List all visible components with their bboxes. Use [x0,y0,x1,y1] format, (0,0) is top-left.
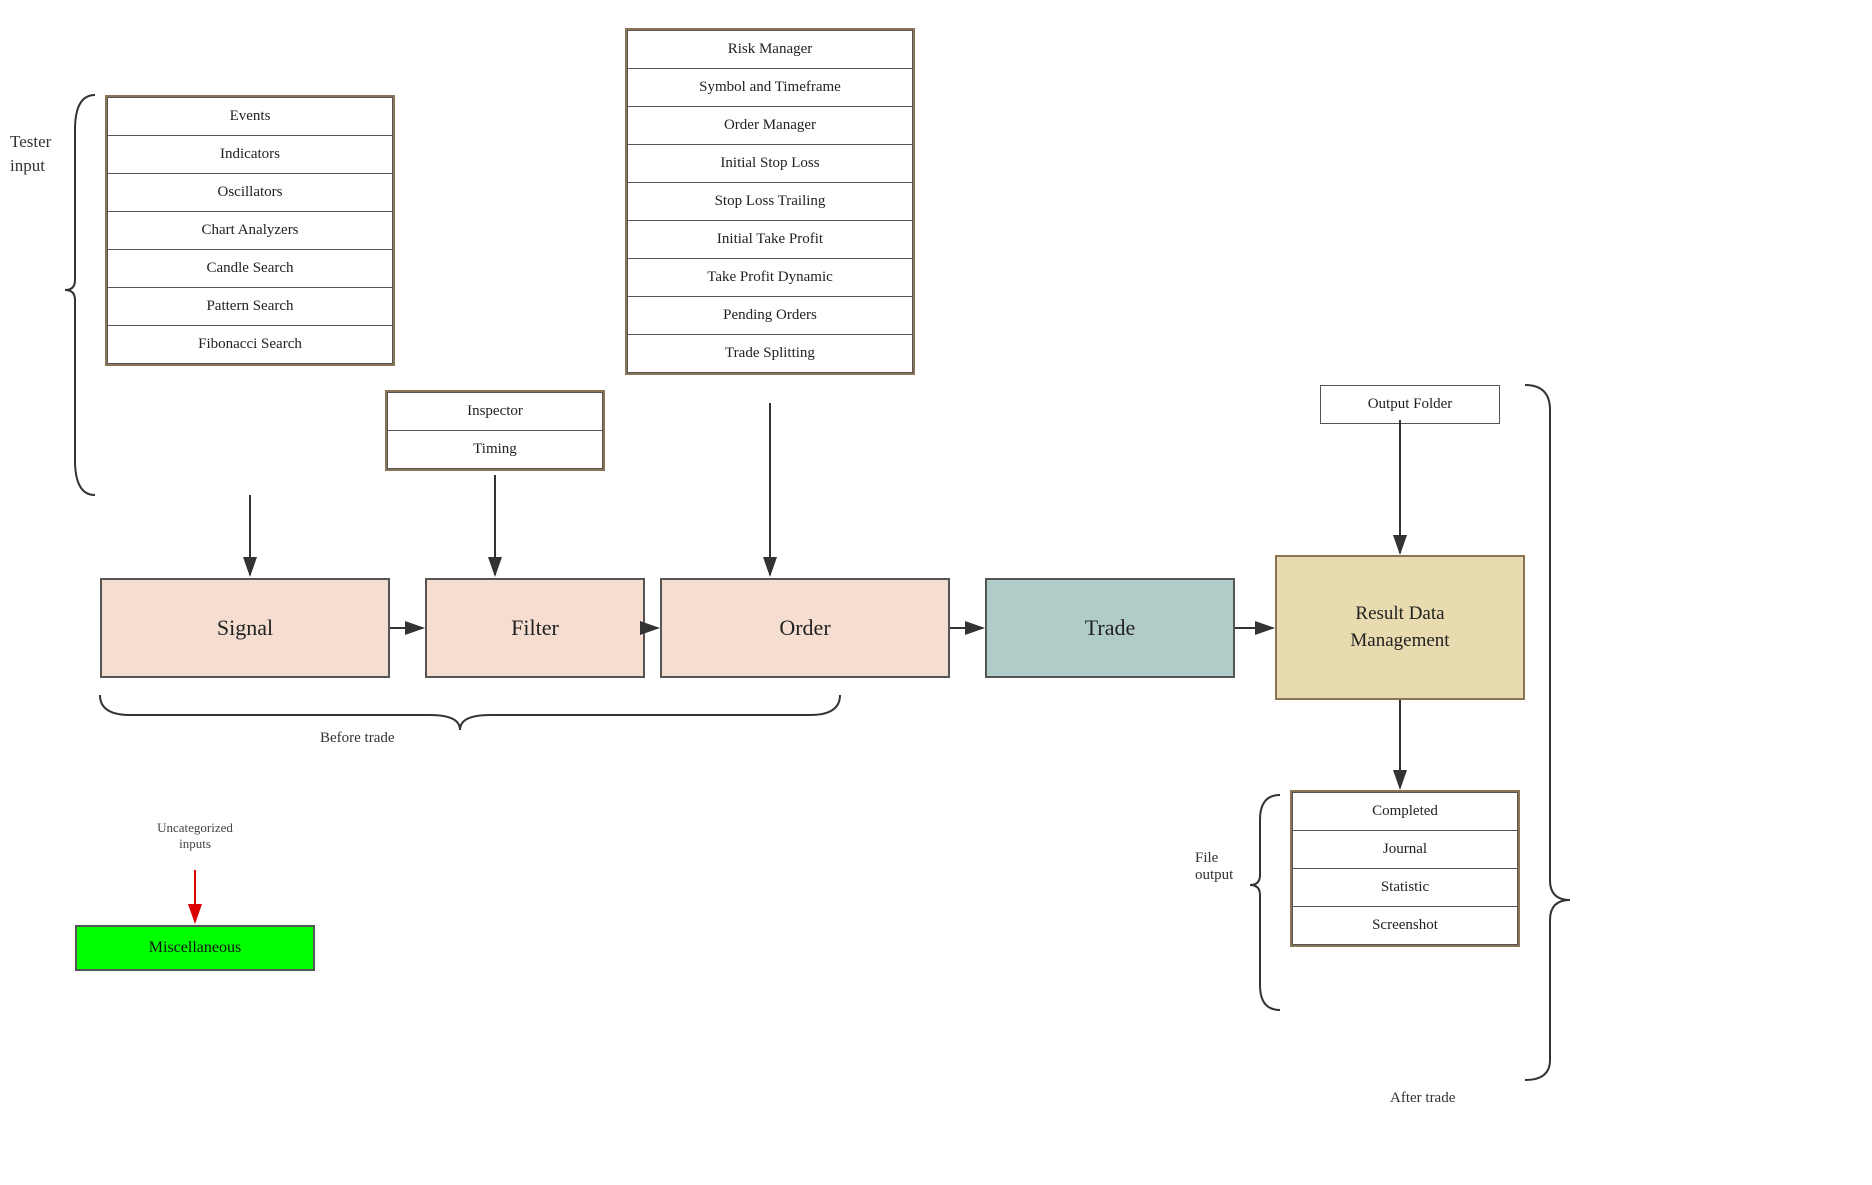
oscillators-item: Oscillators [107,174,393,212]
signal-box: Signal [100,578,390,678]
candle-search-item: Candle Search [107,250,393,288]
file-output-stack: Completed Journal Statistic Screenshot [1290,790,1520,947]
chart-analyzers-item: Chart Analyzers [107,212,393,250]
trade-splitting-item: Trade Splitting [627,335,913,373]
stop-loss-trailing-item: Stop Loss Trailing [627,183,913,221]
risk-manager-item: Risk Manager [627,30,913,69]
journal-item: Journal [1292,831,1518,869]
pending-orders-item: Pending Orders [627,297,913,335]
completed-item: Completed [1292,792,1518,831]
trade-box: Trade [985,578,1235,678]
output-folder-box: Output Folder [1320,385,1500,424]
after-trade-label: After trade [1390,1090,1455,1107]
pattern-search-item: Pattern Search [107,288,393,326]
inspector-item: Inspector [387,392,603,431]
statistic-item: Statistic [1292,869,1518,907]
symbol-timeframe-item: Symbol and Timeframe [627,69,913,107]
tester-input-label: Tester input [10,130,70,178]
result-data-management-box: Result Data Management [1275,555,1525,700]
timing-item: Timing [387,431,603,469]
screenshot-item: Screenshot [1292,907,1518,945]
initial-stop-loss-item: Initial Stop Loss [627,145,913,183]
initial-take-profit-item: Initial Take Profit [627,221,913,259]
order-box: Order [660,578,950,678]
order-input-stack: Risk Manager Symbol and Timeframe Order … [625,28,915,375]
miscellaneous-box: Miscellaneous [75,925,315,971]
order-manager-item: Order Manager [627,107,913,145]
filter-input-stack: Inspector Timing [385,390,605,471]
signal-input-stack: Events Indicators Oscillators Chart Anal… [105,95,395,366]
filter-box: Filter [425,578,645,678]
events-item: Events [107,97,393,136]
before-trade-label: Before trade [320,730,395,747]
fibonacci-search-item: Fibonacci Search [107,326,393,364]
uncategorized-label: Uncategorized inputs [90,820,300,852]
take-profit-dynamic-item: Take Profit Dynamic [627,259,913,297]
indicators-item: Indicators [107,136,393,174]
file-output-label: File output [1195,850,1233,884]
